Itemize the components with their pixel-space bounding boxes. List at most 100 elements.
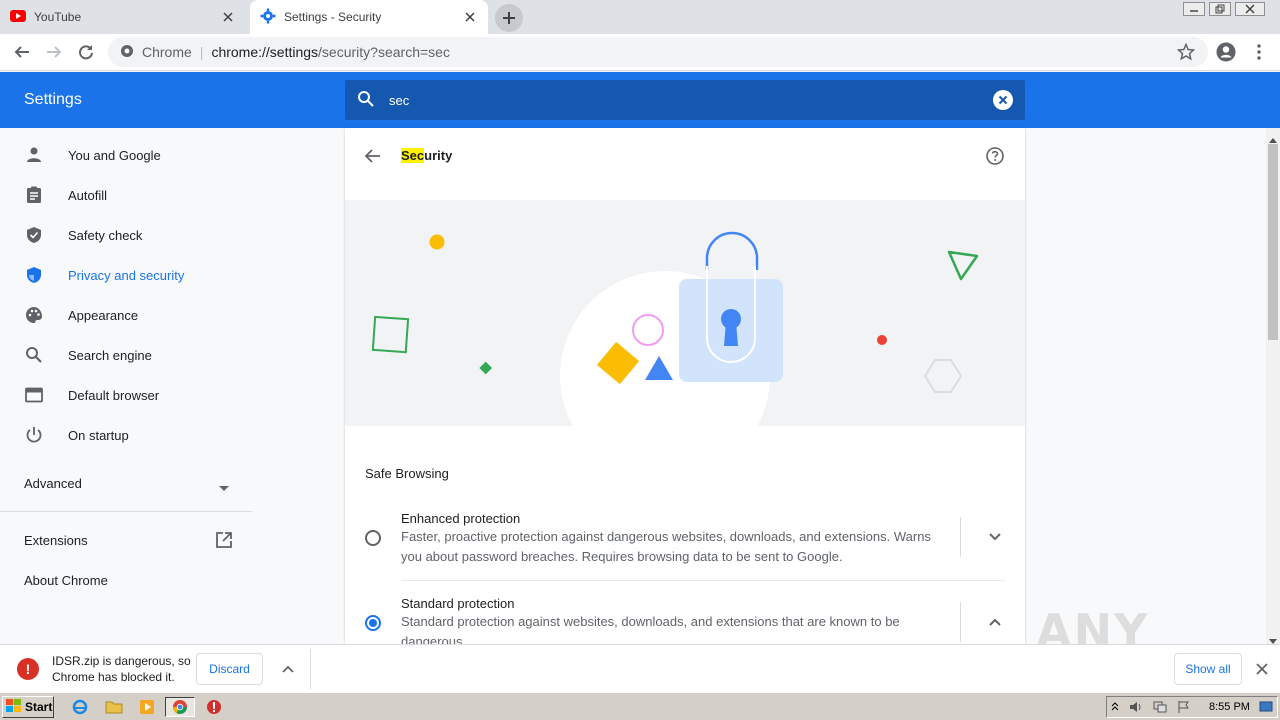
sidebar-item-label: Privacy and security [68,267,185,283]
plus-icon [503,12,515,24]
sidebar-item-label: Default browser [68,387,160,403]
palette-icon [24,305,44,325]
tab-strip: YouTube Settings - Security [0,0,1280,34]
ie-icon[interactable] [70,697,90,717]
chevron-up-icon [989,618,1001,626]
reload-icon [79,45,93,60]
sidebar-item-label: Appearance [68,307,139,323]
minimize-button[interactable] [1183,2,1205,16]
extensions-label: Extensions [24,533,88,548]
page-title: Security [401,148,452,163]
clear-search-button[interactable] [993,90,1013,110]
profile-button[interactable] [1214,40,1238,64]
new-tab-button[interactable] [495,4,523,32]
dropdown-arrow-icon [219,480,229,495]
lock-illustration [371,231,979,481]
discard-button[interactable]: Discard [196,653,263,685]
stop-icon[interactable] [204,697,224,717]
windows-logo-icon [6,698,22,716]
sidebar-item-on-startup[interactable]: On startup [0,415,252,455]
settings-title: Settings [24,91,82,108]
close-icon[interactable] [462,9,478,25]
flag-icon[interactable] [1177,700,1191,717]
collapse-standard-button[interactable] [983,610,1007,634]
youtube-icon [10,9,26,25]
arrow-back-icon [14,46,29,58]
restore-icon [1215,4,1225,14]
sidebar-item-autofill[interactable]: Autofill [0,175,252,215]
sidebar-about-chrome[interactable]: About Chrome [24,573,108,588]
page-scrollbar[interactable] [1266,128,1280,644]
chrome-chip: Chrome [142,44,192,60]
restore-button[interactable] [1209,2,1231,16]
settings-search[interactable] [345,80,1025,120]
address-bar[interactable]: Chrome | chrome://settings/security?sear… [108,37,1208,67]
close-icon[interactable] [220,9,236,25]
folder-icon[interactable] [104,697,124,717]
tab-settings-security[interactable]: Settings - Security [250,0,488,34]
chrome-taskbar-icon[interactable] [165,697,195,717]
sidebar-item-safety-check[interactable]: Safety check [0,215,252,255]
option-title: Enhanced protection [401,511,521,526]
search-icon [357,90,375,111]
bookmark-star-button[interactable] [1174,40,1198,64]
sidebar-item-label: On startup [68,427,129,443]
show-desktop-icon[interactable] [1259,700,1273,717]
reload-button[interactable] [74,40,98,64]
network-icon[interactable] [1153,700,1167,717]
tray-expand-icon[interactable] [1111,700,1119,715]
sidebar-extensions[interactable]: Extensions [24,532,234,548]
sidebar: You and Google Autofill Safety check Pri… [0,128,252,644]
download-options-button[interactable] [278,657,298,681]
close-icon [1256,663,1268,675]
close-download-shelf-button[interactable] [1252,657,1272,681]
search-icon [24,345,44,365]
sidebar-item-appearance[interactable]: Appearance [0,295,252,335]
tab-youtube[interactable]: YouTube [0,0,246,34]
shield-check-icon [24,225,44,245]
standard-protection-radio[interactable] [365,615,381,631]
sidebar-item-label: Safety check [68,227,143,243]
browser-toolbar: Chrome | chrome://settings/security?sear… [0,34,1280,71]
arrow-forward-icon [47,46,62,58]
option-title: Standard protection [401,596,515,611]
sidebar-item-label: Search engine [68,347,152,363]
back-button[interactable] [10,40,34,64]
expand-enhanced-button[interactable] [983,525,1007,549]
chrome-icon [120,44,134,61]
show-all-button[interactable]: Show all [1174,653,1242,685]
download-shelf: ! IDSR.zip is dangerous, so Chrome has b… [0,644,1280,692]
shield-icon [24,265,44,285]
start-button[interactable]: Start [2,696,54,718]
scroll-thumb[interactable] [1268,144,1278,340]
option-description: Faster, proactive protection against dan… [401,529,931,564]
search-input[interactable] [389,92,993,108]
enhanced-protection-radio[interactable] [365,530,381,546]
back-arrow-icon[interactable] [363,146,383,169]
security-illustration [345,200,1025,481]
sidebar-advanced[interactable]: Advanced [24,476,234,491]
minimize-icon [1190,10,1198,12]
advanced-label: Advanced [24,476,82,491]
settings-page: You and Google Autofill Safety check Pri… [0,128,1266,644]
window-close-button[interactable] [1235,2,1265,16]
section-safe-browsing: Safe Browsing [365,466,449,481]
more-vert-icon [1257,44,1261,60]
tab-title: YouTube [34,10,82,24]
clock: 8:55 PM [1209,701,1250,713]
settings-header: Settings [0,72,1280,128]
start-label: Start [25,700,53,714]
help-icon[interactable] [985,146,1005,169]
sidebar-item-you-and-google[interactable]: You and Google [0,135,252,175]
url-host: chrome://settings [211,44,319,60]
volume-icon[interactable] [1129,700,1143,717]
option-description: Standard protection against websites, do… [401,614,900,644]
forward-button[interactable] [42,40,66,64]
sidebar-divider [0,511,252,512]
clipboard-icon [24,185,44,205]
sidebar-item-default-browser[interactable]: Default browser [0,375,252,415]
sidebar-item-privacy-and-security[interactable]: Privacy and security [0,255,252,295]
sidebar-item-search-engine[interactable]: Search engine [0,335,252,375]
menu-button[interactable] [1247,40,1271,64]
media-player-icon[interactable] [137,697,157,717]
